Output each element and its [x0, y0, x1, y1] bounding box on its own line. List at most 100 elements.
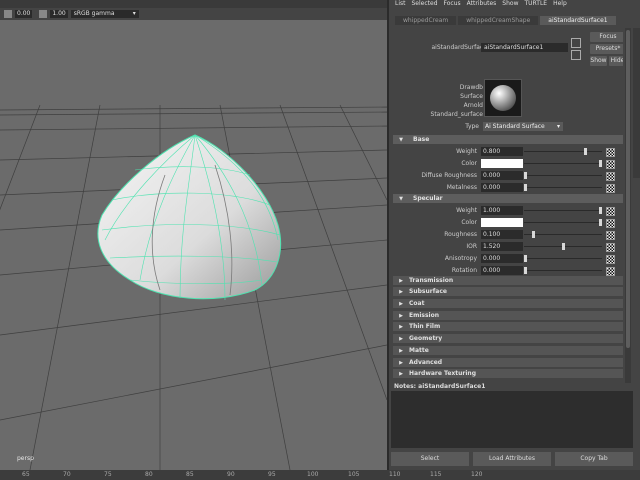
- section-hardware-texturing[interactable]: ▶ Hardware Texturing: [393, 369, 623, 378]
- map-texture-icon[interactable]: [606, 148, 615, 157]
- attr-label: IOR: [466, 243, 477, 250]
- chevron-right-icon: ▶: [399, 360, 403, 366]
- specular-roughness-field[interactable]: 0.100: [481, 230, 523, 239]
- tab-whippedcreamshape[interactable]: whippedCreamShape: [458, 16, 539, 25]
- section-transmission[interactable]: ▶ Transmission: [393, 276, 623, 285]
- slider-handle[interactable]: [584, 148, 587, 155]
- show-button[interactable]: Show: [590, 56, 607, 66]
- section-subsurface[interactable]: ▶ Subsurface: [393, 287, 623, 296]
- timeline-tick: 85: [186, 471, 194, 478]
- whipped-cream-mesh[interactable]: [97, 134, 282, 301]
- map-texture-icon[interactable]: [606, 243, 615, 252]
- attr-label: Rotation: [451, 267, 477, 274]
- chevron-right-icon: ▶: [399, 348, 403, 354]
- base-weight-slider[interactable]: [524, 148, 602, 155]
- specular-weight-field[interactable]: 1.000: [481, 206, 523, 215]
- map-texture-icon[interactable]: [606, 184, 615, 193]
- material-swatch[interactable]: [484, 79, 522, 117]
- classification-line: Arnold: [463, 102, 483, 109]
- rotation-field[interactable]: 0.000: [481, 266, 523, 275]
- node-name-row: aiStandardSurface: aiStandardSurface1: [393, 42, 623, 54]
- type-row: Type Ai Standard Surface ▾: [393, 120, 623, 132]
- section-emission[interactable]: ▶ Emission: [393, 311, 623, 320]
- notes-textarea[interactable]: [391, 391, 633, 448]
- menu-help[interactable]: Help: [553, 0, 567, 8]
- attr-anisotropy: Anisotropy 0.000: [393, 253, 623, 264]
- hide-button[interactable]: Hide: [609, 56, 623, 66]
- focus-button[interactable]: Focus: [590, 32, 623, 42]
- tab-whippedcream[interactable]: whippedCream: [395, 16, 457, 25]
- classification-line: Surface: [460, 93, 483, 100]
- section-title: Specular: [413, 195, 443, 202]
- section-advanced[interactable]: ▶ Advanced: [393, 358, 623, 367]
- rotation-slider[interactable]: [524, 267, 602, 274]
- copy-tab-button[interactable]: Copy Tab: [555, 452, 633, 466]
- timeline-tick: 100: [307, 471, 319, 478]
- section-specular[interactable]: ▼ Specular: [393, 194, 623, 203]
- anisotropy-slider[interactable]: [524, 255, 602, 262]
- diffuse-roughness-slider[interactable]: [524, 172, 602, 179]
- slider-handle[interactable]: [599, 207, 602, 214]
- section-thin-film[interactable]: ▶ Thin Film: [393, 322, 623, 331]
- slider-handle[interactable]: [599, 160, 602, 167]
- attribute-editor-scrollbar[interactable]: [625, 28, 631, 383]
- type-select[interactable]: Ai Standard Surface ▾: [483, 122, 563, 131]
- node-name-field[interactable]: aiStandardSurface1: [481, 43, 568, 52]
- map-texture-icon[interactable]: [606, 219, 615, 228]
- section-matte[interactable]: ▶ Matte: [393, 346, 623, 355]
- presets-button[interactable]: Presets*: [590, 44, 623, 54]
- map-texture-icon[interactable]: [606, 231, 615, 240]
- slider-handle[interactable]: [599, 219, 602, 226]
- input-connections-icon[interactable]: [571, 38, 581, 48]
- timeline-tick: 110: [389, 471, 401, 478]
- map-texture-icon[interactable]: [606, 207, 615, 216]
- 3d-viewport[interactable]: 0.00 1.00 sRGB gamma ▾ persp: [0, 0, 387, 470]
- chevron-down-icon: ▼: [399, 137, 403, 143]
- specular-color-slider[interactable]: [524, 219, 602, 226]
- map-texture-icon[interactable]: [606, 267, 615, 276]
- slider-handle[interactable]: [524, 172, 527, 179]
- chevron-right-icon: ▶: [399, 278, 403, 284]
- select-button[interactable]: Select: [391, 452, 469, 466]
- metalness-field[interactable]: 0.000: [481, 183, 523, 192]
- slider-handle[interactable]: [532, 231, 535, 238]
- diffuse-roughness-field[interactable]: 0.000: [481, 171, 523, 180]
- attr-diffuse-roughness: Diffuse Roughness 0.000: [393, 170, 623, 181]
- slider-handle[interactable]: [524, 184, 527, 191]
- base-weight-field[interactable]: 0.800: [481, 147, 523, 156]
- viewport-scene: [0, 104, 387, 470]
- menu-selected[interactable]: Selected: [412, 0, 438, 8]
- output-connections-icon[interactable]: [571, 50, 581, 60]
- load-attributes-button[interactable]: Load Attributes: [473, 452, 551, 466]
- tab-aistandardsurface1[interactable]: aiStandardSurface1: [540, 16, 616, 25]
- ior-slider[interactable]: [524, 243, 602, 250]
- menu-list[interactable]: List: [395, 0, 406, 8]
- ior-field[interactable]: 1.520: [481, 242, 523, 251]
- slider-handle[interactable]: [524, 267, 527, 274]
- section-base[interactable]: ▼ Base: [393, 135, 623, 144]
- map-texture-icon[interactable]: [606, 255, 615, 264]
- menu-turtle[interactable]: TURTLE: [524, 0, 547, 8]
- timeline-ruler[interactable]: 65 70 75 80 85 90 95 100 105 110 115 120: [0, 470, 640, 480]
- slider-handle[interactable]: [524, 255, 527, 262]
- section-title: Emission: [409, 312, 439, 319]
- anisotropy-field[interactable]: 0.000: [481, 254, 523, 263]
- menu-attributes[interactable]: Attributes: [467, 0, 497, 8]
- side-panel-tabs[interactable]: [633, 28, 640, 178]
- menu-focus[interactable]: Focus: [444, 0, 461, 8]
- timeline-tick: 75: [104, 471, 112, 478]
- map-texture-icon[interactable]: [606, 172, 615, 181]
- chevron-down-icon: ▾: [556, 123, 560, 130]
- map-texture-icon[interactable]: [606, 160, 615, 169]
- specular-weight-slider[interactable]: [524, 207, 602, 214]
- section-coat[interactable]: ▶ Coat: [393, 299, 623, 308]
- section-geometry[interactable]: ▶ Geometry: [393, 334, 623, 343]
- menu-show[interactable]: Show: [502, 0, 518, 8]
- specular-color-swatch[interactable]: [481, 218, 523, 227]
- specular-roughness-slider[interactable]: [524, 231, 602, 238]
- scrollbar-thumb[interactable]: [626, 30, 630, 348]
- metalness-slider[interactable]: [524, 184, 602, 191]
- base-color-slider[interactable]: [524, 160, 602, 167]
- base-color-swatch[interactable]: [481, 159, 523, 168]
- slider-handle[interactable]: [562, 243, 565, 250]
